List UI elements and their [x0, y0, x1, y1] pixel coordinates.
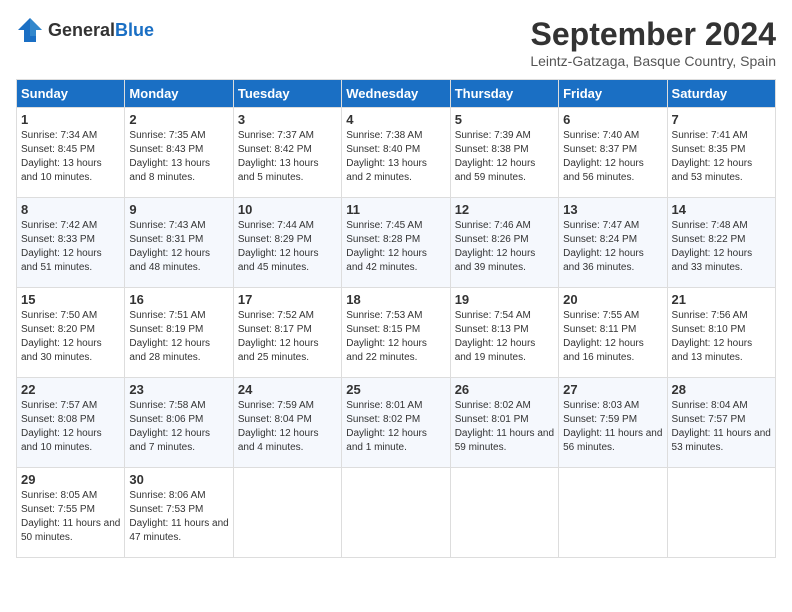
table-row: 3Sunrise: 7:37 AMSunset: 8:42 PMDaylight…: [233, 108, 341, 198]
table-row: 20Sunrise: 7:55 AMSunset: 8:11 PMDayligh…: [559, 288, 667, 378]
table-row: 6Sunrise: 7:40 AMSunset: 8:37 PMDaylight…: [559, 108, 667, 198]
table-row: 30Sunrise: 8:06 AMSunset: 7:53 PMDayligh…: [125, 468, 233, 558]
page-header: GeneralBlue September 2024 Leintz-Gatzag…: [16, 16, 776, 69]
month-title: September 2024: [530, 16, 776, 53]
col-sunday: Sunday: [17, 80, 125, 108]
table-row: 12Sunrise: 7:46 AMSunset: 8:26 PMDayligh…: [450, 198, 558, 288]
table-row: 8Sunrise: 7:42 AMSunset: 8:33 PMDaylight…: [17, 198, 125, 288]
table-row: 15Sunrise: 7:50 AMSunset: 8:20 PMDayligh…: [17, 288, 125, 378]
table-row: 27Sunrise: 8:03 AMSunset: 7:59 PMDayligh…: [559, 378, 667, 468]
calendar-week-2: 15Sunrise: 7:50 AMSunset: 8:20 PMDayligh…: [17, 288, 776, 378]
table-row: [450, 468, 558, 558]
table-row: 4Sunrise: 7:38 AMSunset: 8:40 PMDaylight…: [342, 108, 450, 198]
logo-general: General: [48, 20, 115, 40]
col-wednesday: Wednesday: [342, 80, 450, 108]
table-row: 21Sunrise: 7:56 AMSunset: 8:10 PMDayligh…: [667, 288, 775, 378]
table-row: 1Sunrise: 7:34 AMSunset: 8:45 PMDaylight…: [17, 108, 125, 198]
table-row: 7Sunrise: 7:41 AMSunset: 8:35 PMDaylight…: [667, 108, 775, 198]
table-row: 23Sunrise: 7:58 AMSunset: 8:06 PMDayligh…: [125, 378, 233, 468]
calendar-week-1: 8Sunrise: 7:42 AMSunset: 8:33 PMDaylight…: [17, 198, 776, 288]
logo-icon: [16, 16, 44, 44]
calendar-week-0: 1Sunrise: 7:34 AMSunset: 8:45 PMDaylight…: [17, 108, 776, 198]
calendar-week-3: 22Sunrise: 7:57 AMSunset: 8:08 PMDayligh…: [17, 378, 776, 468]
table-row: 9Sunrise: 7:43 AMSunset: 8:31 PMDaylight…: [125, 198, 233, 288]
col-friday: Friday: [559, 80, 667, 108]
table-row: [667, 468, 775, 558]
calendar-week-4: 29Sunrise: 8:05 AMSunset: 7:55 PMDayligh…: [17, 468, 776, 558]
table-row: 24Sunrise: 7:59 AMSunset: 8:04 PMDayligh…: [233, 378, 341, 468]
table-row: 25Sunrise: 8:01 AMSunset: 8:02 PMDayligh…: [342, 378, 450, 468]
logo-blue: Blue: [115, 20, 154, 40]
col-tuesday: Tuesday: [233, 80, 341, 108]
table-row: 5Sunrise: 7:39 AMSunset: 8:38 PMDaylight…: [450, 108, 558, 198]
table-row: 16Sunrise: 7:51 AMSunset: 8:19 PMDayligh…: [125, 288, 233, 378]
table-row: 2Sunrise: 7:35 AMSunset: 8:43 PMDaylight…: [125, 108, 233, 198]
table-row: 26Sunrise: 8:02 AMSunset: 8:01 PMDayligh…: [450, 378, 558, 468]
table-row: 19Sunrise: 7:54 AMSunset: 8:13 PMDayligh…: [450, 288, 558, 378]
logo: GeneralBlue: [16, 16, 154, 44]
table-row: 14Sunrise: 7:48 AMSunset: 8:22 PMDayligh…: [667, 198, 775, 288]
table-row: 11Sunrise: 7:45 AMSunset: 8:28 PMDayligh…: [342, 198, 450, 288]
table-row: 22Sunrise: 7:57 AMSunset: 8:08 PMDayligh…: [17, 378, 125, 468]
table-row: 28Sunrise: 8:04 AMSunset: 7:57 PMDayligh…: [667, 378, 775, 468]
col-saturday: Saturday: [667, 80, 775, 108]
table-row: 29Sunrise: 8:05 AMSunset: 7:55 PMDayligh…: [17, 468, 125, 558]
table-row: [342, 468, 450, 558]
table-row: [233, 468, 341, 558]
table-row: 10Sunrise: 7:44 AMSunset: 8:29 PMDayligh…: [233, 198, 341, 288]
column-headers: Sunday Monday Tuesday Wednesday Thursday…: [17, 80, 776, 108]
table-row: 13Sunrise: 7:47 AMSunset: 8:24 PMDayligh…: [559, 198, 667, 288]
table-row: [559, 468, 667, 558]
calendar-table: Sunday Monday Tuesday Wednesday Thursday…: [16, 79, 776, 558]
col-monday: Monday: [125, 80, 233, 108]
location-title: Leintz-Gatzaga, Basque Country, Spain: [530, 53, 776, 69]
table-row: 17Sunrise: 7:52 AMSunset: 8:17 PMDayligh…: [233, 288, 341, 378]
col-thursday: Thursday: [450, 80, 558, 108]
table-row: 18Sunrise: 7:53 AMSunset: 8:15 PMDayligh…: [342, 288, 450, 378]
title-block: September 2024 Leintz-Gatzaga, Basque Co…: [530, 16, 776, 69]
